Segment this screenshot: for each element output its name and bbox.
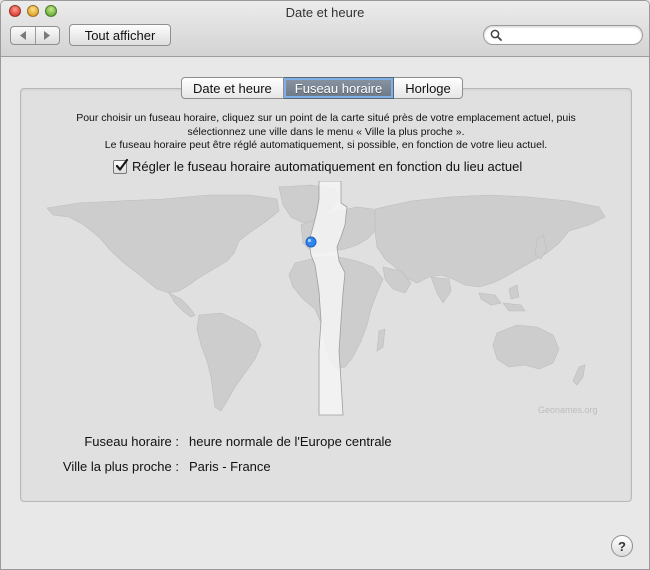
forward-button[interactable] <box>34 27 60 44</box>
search-field[interactable] <box>483 25 643 45</box>
chevron-left-icon <box>19 31 26 40</box>
show-all-button[interactable]: Tout afficher <box>69 24 171 46</box>
auto-timezone-label: Régler le fuseau horaire automatiquement… <box>132 159 523 174</box>
search-icon <box>490 29 502 41</box>
world-timezone-map[interactable] <box>39 181 609 417</box>
south-america-landmass <box>196 312 262 412</box>
madagascar-landmass <box>376 328 386 352</box>
timezone-value: heure normale de l'Europe centrale <box>189 434 392 449</box>
back-forward-control <box>10 26 60 45</box>
map-credit: Geonames.org <box>538 405 598 415</box>
chevron-right-icon <box>44 31 51 40</box>
help-button[interactable]: ? <box>611 535 633 557</box>
instructions-line-1: Pour choisir un fuseau horaire, cliquez … <box>76 112 576 124</box>
closest-city-value[interactable]: Paris - France <box>189 459 271 474</box>
back-button[interactable] <box>11 27 35 44</box>
north-america-landmass <box>46 194 280 294</box>
tab-date-time[interactable]: Date et heure <box>181 77 284 99</box>
asia-landmass <box>374 194 606 288</box>
window-title: Date et heure <box>285 5 365 20</box>
instructions-text: Pour choisir un fuseau horaire, cliquez … <box>31 112 621 153</box>
auto-timezone-checkbox[interactable] <box>113 158 129 174</box>
closest-city-label: Ville la plus proche : <box>62 459 179 474</box>
tab-clock[interactable]: Horloge <box>394 77 463 99</box>
southeast-asia-islands <box>478 284 526 312</box>
timezone-label: Fuseau horaire : <box>84 434 179 449</box>
location-pin-icon <box>305 236 317 248</box>
title-bar: Date et heure Tout afficher <box>1 1 649 57</box>
auto-timezone-option: Régler le fuseau horaire automatiquement… <box>113 158 523 174</box>
checkmark-icon <box>115 158 129 171</box>
instructions-line-2: sélectionnez une ville dans le menu « Vi… <box>187 125 465 138</box>
tab-bar: Date et heure Fuseau horaire Horloge <box>181 77 463 99</box>
new-zealand-landmass <box>572 364 586 386</box>
preferences-window: Date et heure Tout afficher Date et heur <box>0 0 650 570</box>
instructions-line-3: Le fuseau horaire peut être réglé automa… <box>104 139 548 151</box>
australia-landmass <box>492 324 560 370</box>
tab-timezone[interactable]: Fuseau horaire <box>283 77 395 99</box>
central-america-landmass <box>168 292 196 318</box>
